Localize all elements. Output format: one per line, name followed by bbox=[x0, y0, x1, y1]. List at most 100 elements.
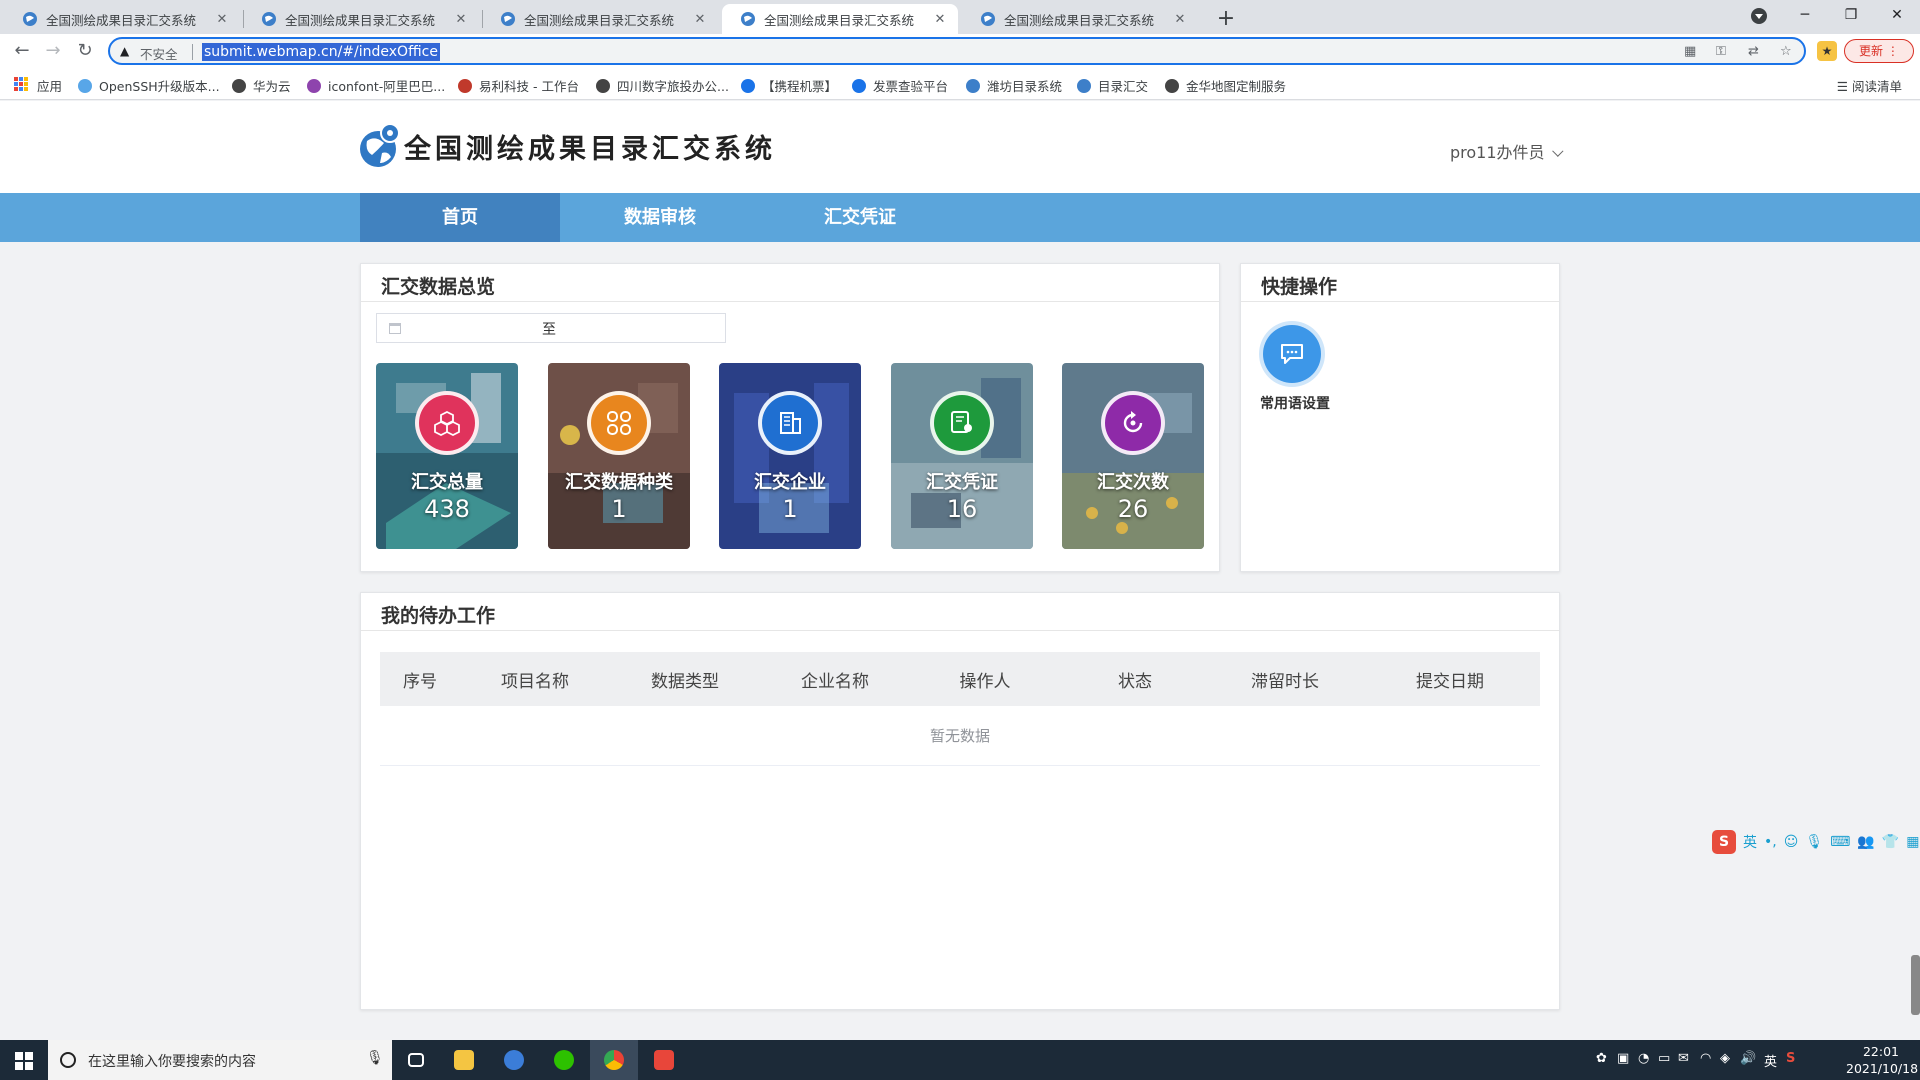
stat-value: 26 bbox=[1117, 495, 1149, 523]
bookmark-item[interactable]: 目录汇交 bbox=[1077, 76, 1148, 95]
column-header[interactable]: 序号 bbox=[380, 667, 460, 692]
chat-icon bbox=[1281, 344, 1303, 364]
nav-home[interactable]: 首页 bbox=[360, 193, 560, 242]
stat-tile-total[interactable]: 汇交总量 438 bbox=[376, 363, 518, 549]
forward-button[interactable]: → bbox=[39, 37, 67, 65]
reading-list-button[interactable]: ☰ 阅读清单 bbox=[1837, 76, 1902, 95]
stat-tile-submissions[interactable]: 汇交次数 26 bbox=[1062, 363, 1204, 549]
tab-close-icon[interactable]: ✕ bbox=[1172, 12, 1188, 27]
window-close-button[interactable]: ✕ bbox=[1874, 0, 1920, 30]
quick-op-phrase-settings[interactable]: 常用语设置 bbox=[1260, 325, 1350, 413]
column-header[interactable]: 状态 bbox=[1060, 667, 1210, 692]
bookmark-item[interactable]: 易利科技 - 工作台 bbox=[458, 76, 579, 95]
input-language[interactable]: 英 bbox=[1764, 1051, 1777, 1070]
sogou-tray-icon[interactable]: S bbox=[1786, 1051, 1795, 1066]
tab-search-icon[interactable] bbox=[1751, 8, 1767, 24]
update-button[interactable]: 更新 ⋮ bbox=[1844, 39, 1914, 63]
windows-start-button[interactable] bbox=[0, 1040, 48, 1080]
bookmark-item[interactable]: 应用 bbox=[37, 76, 62, 95]
browser-tab[interactable]: 全国测绘成果目录汇交系统 ✕ bbox=[4, 4, 240, 34]
tab-close-icon[interactable]: ✕ bbox=[453, 12, 469, 27]
tray-app-icon[interactable]: ✿ bbox=[1596, 1051, 1607, 1066]
key-icon[interactable]: ⚿ bbox=[1716, 44, 1726, 59]
bookmark-item[interactable]: 潍坊目录系统 bbox=[966, 76, 1062, 95]
taskbar-app-browser[interactable] bbox=[490, 1040, 538, 1080]
scrollbar-handle[interactable] bbox=[1911, 955, 1920, 1015]
browser-app-icon bbox=[504, 1050, 524, 1070]
volume-icon[interactable]: 🔊 bbox=[1740, 1051, 1756, 1066]
restore-button[interactable]: ❐ bbox=[1828, 0, 1874, 30]
stat-value: 1 bbox=[611, 495, 627, 523]
qr-code-icon[interactable]: ▦ bbox=[1684, 44, 1696, 59]
wechat-tray-icon[interactable]: ✉ bbox=[1678, 1051, 1689, 1066]
bookmark-item[interactable]: 四川数字旅投办公... bbox=[596, 76, 729, 95]
sogou-logo-icon[interactable]: S bbox=[1712, 830, 1736, 854]
bookmark-item[interactable]: OpenSSH升级版本... bbox=[78, 76, 220, 95]
extension-icon[interactable]: ★ bbox=[1817, 41, 1837, 61]
nav-submission-certificate[interactable]: 汇交凭证 bbox=[760, 193, 960, 242]
url-text[interactable]: submit.webmap.cn/#/indexOffice bbox=[202, 43, 440, 61]
column-header[interactable]: 项目名称 bbox=[460, 667, 610, 692]
shield-icon[interactable]: ◔ bbox=[1638, 1051, 1649, 1066]
insecure-label[interactable]: 不安全 bbox=[140, 44, 178, 63]
column-header[interactable]: 企业名称 bbox=[760, 667, 910, 692]
column-header[interactable]: 提交日期 bbox=[1360, 667, 1540, 692]
battery-icon[interactable]: ▭ bbox=[1658, 1051, 1670, 1066]
translate-icon[interactable]: ⇄ bbox=[1748, 44, 1759, 59]
browser-tab[interactable]: 全国测绘成果目录汇交系统 ✕ bbox=[962, 4, 1198, 34]
bookmark-item[interactable]: 华为云 bbox=[232, 76, 291, 95]
bookmark-item[interactable]: 发票查验平台 bbox=[852, 76, 948, 95]
toolbox-icon[interactable]: ▦ bbox=[1906, 834, 1919, 850]
minimize-button[interactable]: ─ bbox=[1782, 0, 1828, 30]
taskbar-clock[interactable]: 22:01 2021/10/18 bbox=[1846, 1043, 1918, 1077]
browser-tab[interactable]: 全国测绘成果目录汇交系统 ✕ bbox=[243, 4, 479, 34]
bookmark-star-icon[interactable]: ☆ bbox=[1780, 44, 1792, 59]
taskbar-search-box[interactable]: 在这里输入你要搜索的内容 🎙 bbox=[48, 1040, 392, 1080]
tab-close-icon[interactable]: ✕ bbox=[932, 12, 948, 27]
tab-title: 全国测绘成果目录汇交系统 bbox=[1004, 12, 1155, 28]
nav-data-review[interactable]: 数据审核 bbox=[560, 193, 760, 242]
user-icon[interactable]: 👥 bbox=[1857, 834, 1874, 850]
stat-tile-certificates[interactable]: 汇交凭证 16 bbox=[891, 363, 1033, 549]
task-view-button[interactable] bbox=[392, 1040, 440, 1080]
ime-language[interactable]: 英 bbox=[1743, 832, 1757, 852]
back-button[interactable]: ← bbox=[8, 37, 36, 65]
security-icon[interactable]: ◈ bbox=[1720, 1051, 1730, 1066]
column-header[interactable]: 操作人 bbox=[910, 667, 1060, 692]
punctuation-icon[interactable]: •, bbox=[1764, 834, 1777, 850]
user-menu[interactable]: pro11办件员 bbox=[1450, 139, 1564, 163]
stat-tile-enterprises[interactable]: 汇交企业 1 bbox=[719, 363, 861, 549]
taskbar-app-explorer[interactable] bbox=[440, 1040, 488, 1080]
taskbar-app-wechat[interactable] bbox=[540, 1040, 588, 1080]
tab-close-icon[interactable]: ✕ bbox=[214, 12, 230, 27]
browser-tab-active[interactable]: 全国测绘成果目录汇交系统 ✕ bbox=[722, 4, 958, 34]
bookmark-item[interactable]: 【携程机票】 bbox=[741, 76, 837, 95]
stat-tile-data-types[interactable]: 汇交数据种类 1 bbox=[548, 363, 690, 549]
column-header[interactable]: 数据类型 bbox=[610, 667, 760, 692]
wifi-icon[interactable]: ◠ bbox=[1700, 1051, 1711, 1066]
bookmark-item[interactable]: 金华地图定制服务 bbox=[1165, 76, 1286, 95]
nvidia-icon[interactable]: ▣ bbox=[1617, 1051, 1629, 1066]
microphone-icon[interactable]: 🎙 bbox=[1805, 834, 1823, 850]
address-bar[interactable]: ▲ 不安全 submit.webmap.cn/#/indexOffice ▦ ⚿… bbox=[108, 37, 1806, 65]
reload-button[interactable]: ↻ bbox=[71, 37, 99, 65]
column-header[interactable]: 滞留时长 bbox=[1210, 667, 1360, 692]
table-header-row: 序号 项目名称 数据类型 企业名称 操作人 状态 滞留时长 提交日期 bbox=[380, 652, 1540, 706]
bookmark-item[interactable]: iconfont-阿里巴巴... bbox=[307, 76, 445, 95]
keyboard-icon[interactable]: ⌨ bbox=[1830, 834, 1850, 850]
microphone-icon[interactable]: 🎙 bbox=[366, 1050, 384, 1066]
windows-taskbar: 在这里输入你要搜索的内容 🎙 ✿ ▣ ◔ ▭ ✉ ◠ ◈ 🔊 英 S 22:01… bbox=[0, 1040, 1920, 1080]
reading-list-label: 阅读清单 bbox=[1851, 79, 1902, 94]
browser-tab[interactable]: 全国测绘成果目录汇交系统 ✕ bbox=[482, 4, 718, 34]
skin-icon[interactable]: 👕 bbox=[1882, 834, 1899, 850]
stat-value: 1 bbox=[782, 495, 798, 523]
apps-icon[interactable] bbox=[14, 77, 28, 91]
emoji-icon[interactable]: ☺ bbox=[1784, 834, 1799, 850]
taskbar-app-xmind[interactable] bbox=[640, 1040, 688, 1080]
tab-close-icon[interactable]: ✕ bbox=[692, 12, 708, 27]
tab-title: 全国测绘成果目录汇交系统 bbox=[764, 12, 915, 28]
new-tab-button[interactable]: + bbox=[1212, 5, 1240, 33]
taskbar-app-chrome[interactable] bbox=[590, 1040, 638, 1080]
stat-icon-circle bbox=[758, 391, 822, 455]
date-range-picker[interactable]: 至 bbox=[376, 313, 726, 343]
